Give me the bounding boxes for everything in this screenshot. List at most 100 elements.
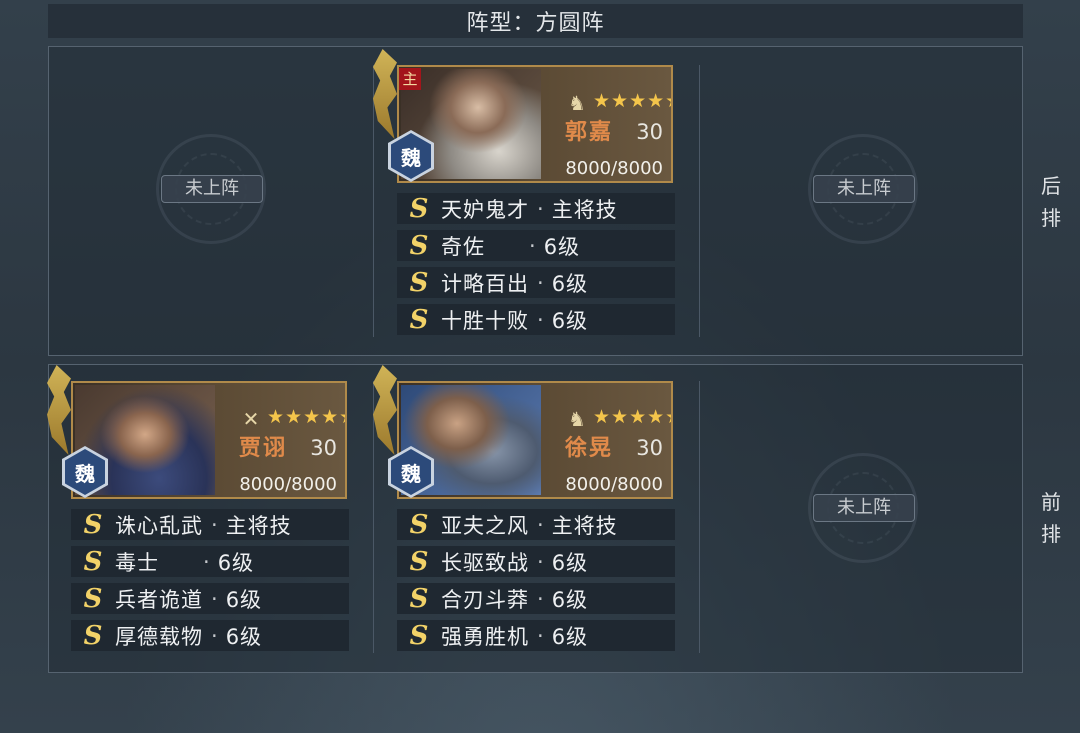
skill-name: 强勇胜机 xyxy=(441,624,529,649)
skill-grade: S xyxy=(409,509,429,540)
skill-grade: S xyxy=(409,546,429,577)
general-card-guojia[interactable]: ♞ ★★★★★ 郭嘉 30 8000/8000 主 魏 S天妒鬼才·主将技 S奇… xyxy=(373,49,675,349)
dragon-ornament-icon xyxy=(373,49,397,139)
general-card-jiaxu[interactable]: ✕ ★★★★★ 贾诩 30 8000/8000 魏 S诛心乱武·主将技 S毒士·… xyxy=(47,365,349,665)
row-label-char: 前 xyxy=(1041,490,1061,514)
skill-separator: · xyxy=(537,512,544,537)
skill-list: S 亚夫之风 · 主将技 S 长驱致战 · 6级 S 合刃斗莽 · 6级 S 强勇胜机 · 6级 xyxy=(397,509,675,657)
skill-grade: S xyxy=(409,304,429,335)
skill-level: 6级 xyxy=(551,271,589,296)
skill-name: 合刃斗莽 xyxy=(441,587,529,612)
skill-name: 兵者诡道 xyxy=(115,587,203,612)
general-name: 徐晃 xyxy=(565,435,614,461)
skill-name: 厚德载物 xyxy=(115,624,203,649)
cavalry-icon: ♞ xyxy=(568,407,586,431)
skill-separator: · xyxy=(211,586,218,611)
skill-item[interactable]: S 亚夫之风 · 主将技 xyxy=(397,509,675,540)
general-name: 郭嘉 xyxy=(565,119,614,145)
skill-separator: · xyxy=(211,512,218,537)
lord-badge: 主 xyxy=(399,68,421,90)
general-card-xuhuang[interactable]: ♞ ★★★★★ 徐晃 30 8000/8000 魏 S亚夫之风·主将技 S长驱致… xyxy=(373,365,675,665)
skill-level: 6级 xyxy=(225,587,263,612)
row-label-front: 前 排 xyxy=(1036,486,1066,550)
dragon-ornament-icon xyxy=(373,365,397,455)
skill-item[interactable]: S 长驱致战 · 6级 xyxy=(397,546,675,577)
skill-list: S 诛心乱武 · 主将技 S 毒士 · 6级 S 兵者诡道 · 6级 S 厚德载物 · 6级 xyxy=(71,509,349,657)
skill-name: 诛心乱武 xyxy=(115,513,203,538)
skill-grade: S xyxy=(409,583,429,614)
skill-level: 6级 xyxy=(543,234,581,259)
empty-slot-label: 未上阵 xyxy=(813,175,915,203)
cavalry-icon: ♞ xyxy=(568,91,586,115)
skill-name: 十胜十败 xyxy=(441,308,529,333)
general-level: 30 xyxy=(310,436,337,460)
skill-item[interactable]: S 强勇胜机 · 6级 xyxy=(397,620,675,651)
column-divider xyxy=(699,65,700,337)
general-level: 30 xyxy=(636,436,663,460)
skill-separator: · xyxy=(537,586,544,611)
empty-slot-back-left[interactable]: 未上阵 xyxy=(156,134,266,244)
dragon-ornament-icon xyxy=(47,365,71,455)
skill-item[interactable]: S 诛心乱武 · 主将技 xyxy=(71,509,349,540)
skill-level: 主将技 xyxy=(225,513,292,538)
skill-level: 6级 xyxy=(217,550,255,575)
formation-screen: 阵型：方圆阵 未上阵 ♞ ★★★★★ 郭嘉 30 8000/8000 主 魏 S xyxy=(0,0,1080,733)
skill-separator: · xyxy=(537,307,544,332)
row-label-back: 后 排 xyxy=(1036,170,1066,234)
skill-separator: · xyxy=(537,196,544,221)
skill-separator: · xyxy=(537,623,544,648)
skill-level: 主将技 xyxy=(551,197,618,222)
skill-level: 6级 xyxy=(225,624,263,649)
row-label-char: 排 xyxy=(1041,522,1061,546)
skill-name: 天妒鬼才 xyxy=(441,197,529,222)
skill-grade: S xyxy=(409,620,429,651)
star-rating: ★★★★★ xyxy=(593,90,671,112)
skill-grade: S xyxy=(83,583,103,614)
skill-item[interactable]: S 毒士 · 6级 xyxy=(71,546,349,577)
skill-level: 6级 xyxy=(551,550,589,575)
row-label-char: 排 xyxy=(1041,206,1061,230)
general-frame: ✕ ★★★★★ 贾诩 30 8000/8000 xyxy=(71,381,347,499)
empty-slot-label: 未上阵 xyxy=(161,175,263,203)
empty-slot-back-right[interactable]: 未上阵 xyxy=(808,134,918,244)
row-label-char: 后 xyxy=(1041,174,1061,198)
general-frame: ♞ ★★★★★ 徐晃 30 8000/8000 xyxy=(397,381,673,499)
pike-icon: ✕ xyxy=(242,407,260,431)
skill-separator: · xyxy=(203,549,210,574)
skill-item[interactable]: S 兵者诡道 · 6级 xyxy=(71,583,349,614)
skill-grade: S xyxy=(409,267,429,298)
skill-item[interactable]: S 计略百出 · 6级 xyxy=(397,267,675,298)
skill-separator: · xyxy=(537,549,544,574)
general-name: 贾诩 xyxy=(239,435,288,461)
skill-name: 亚夫之风 xyxy=(441,513,529,538)
empty-slot-front-right[interactable]: 未上阵 xyxy=(808,453,918,563)
troop-count: 8000/8000 xyxy=(565,158,663,179)
back-row: 未上阵 ♞ ★★★★★ 郭嘉 30 8000/8000 主 魏 S天妒鬼才·主将… xyxy=(48,46,1023,356)
troop-count: 8000/8000 xyxy=(239,474,337,495)
general-level: 30 xyxy=(636,120,663,144)
general-frame: ♞ ★★★★★ 郭嘉 30 8000/8000 xyxy=(397,65,673,183)
skill-level: 6级 xyxy=(551,624,589,649)
skill-level: 6级 xyxy=(551,587,589,612)
skill-name: 长驱致战 xyxy=(441,550,529,575)
front-row: ✕ ★★★★★ 贾诩 30 8000/8000 魏 S诛心乱武·主将技 S毒士·… xyxy=(47,364,1023,673)
skill-separator: · xyxy=(537,270,544,295)
skill-grade: S xyxy=(83,546,103,577)
skill-level: 主将技 xyxy=(551,513,618,538)
skill-item[interactable]: S 奇佐 · 6级 xyxy=(397,230,675,261)
skill-item[interactable]: S 天妒鬼才 · 主将技 xyxy=(397,193,675,224)
skill-list: S 天妒鬼才 · 主将技 S 奇佐 · 6级 S 计略百出 · 6级 S 十胜十败 · 6级 xyxy=(397,193,675,341)
skill-item[interactable]: S 厚德载物 · 6级 xyxy=(71,620,349,651)
skill-grade: S xyxy=(409,193,429,224)
skill-item[interactable]: S 合刃斗莽 · 6级 xyxy=(397,583,675,614)
troop-count: 8000/8000 xyxy=(565,474,663,495)
skill-item[interactable]: S 十胜十败 · 6级 xyxy=(397,304,675,335)
skill-grade: S xyxy=(83,620,103,651)
skill-grade: S xyxy=(83,509,103,540)
skill-name: 奇佐 xyxy=(441,234,485,259)
skill-separator: · xyxy=(529,233,536,258)
skill-grade: S xyxy=(409,230,429,261)
skill-name: 计略百出 xyxy=(441,271,529,296)
column-divider xyxy=(699,381,700,653)
star-rating: ★★★★★ xyxy=(267,406,345,428)
